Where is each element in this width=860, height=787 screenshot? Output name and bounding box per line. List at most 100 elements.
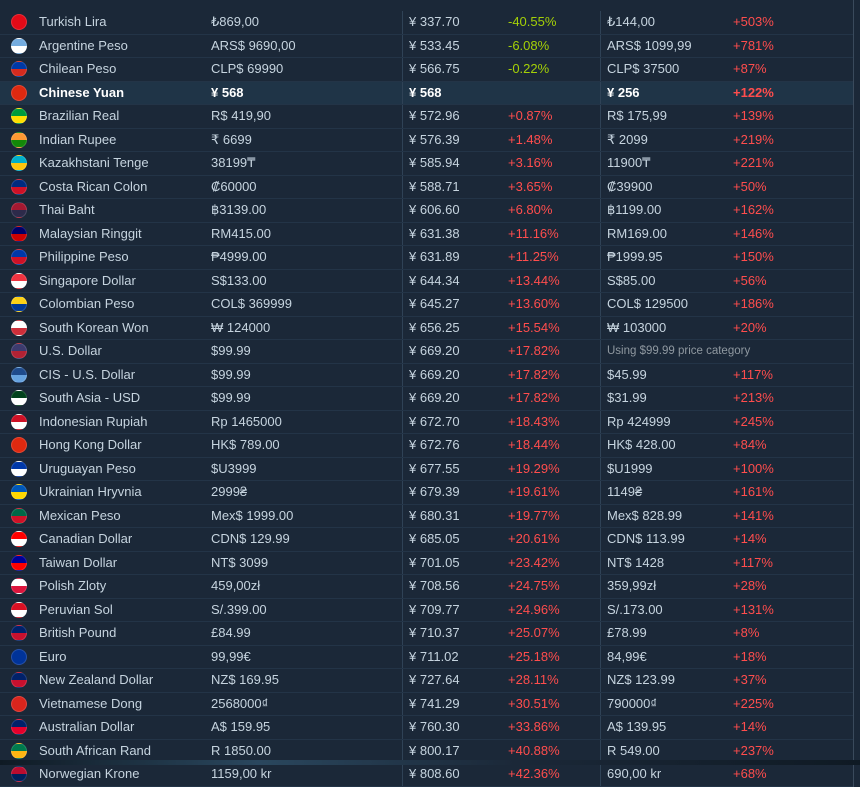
recommended-price: R$ 175,99 xyxy=(607,108,667,123)
currency-name: Australian Dollar xyxy=(39,719,135,734)
table-row: Australian Dollar A$ 159.95 ¥ 760.30 +33.86… xyxy=(0,716,853,740)
percent-diff: +19.77% xyxy=(508,507,560,523)
flag-icon xyxy=(11,178,27,195)
column-divider xyxy=(402,199,403,222)
flag-icon xyxy=(11,14,27,30)
column-divider xyxy=(402,434,403,457)
yuan-equivalent: ¥ 677.55 xyxy=(409,460,460,476)
recommended-percent: +141% xyxy=(733,507,774,523)
table-row: Mexican Peso Mex$ 1999.00 ¥ 680.31 +19.77% M… xyxy=(0,504,853,528)
column-divider xyxy=(402,598,403,621)
column-divider xyxy=(402,340,403,363)
column-divider xyxy=(402,457,403,480)
percent-diff: +11.25% xyxy=(508,249,559,264)
local-price: $99.99 xyxy=(211,390,251,405)
flag-icon xyxy=(11,390,27,406)
local-price: ₺869,00 xyxy=(211,14,260,29)
yuan-equivalent: ¥ 606.60 xyxy=(409,202,460,217)
column-divider xyxy=(600,340,601,363)
recommended-percent: +146% xyxy=(733,225,774,241)
table-row: Malaysian Ringgit RM415.00 ¥ 631.38 +11.16%… xyxy=(0,222,853,246)
currency-name: Euro xyxy=(39,648,67,664)
yuan-equivalent: ¥ 800.17 xyxy=(409,742,460,758)
percent-diff: +23.42% xyxy=(508,554,560,570)
yuan-equivalent: ¥ 808.60 xyxy=(409,766,460,781)
percent-diff: +19.29% xyxy=(508,460,560,476)
currency-name: British Pound xyxy=(39,625,117,640)
currency-name: New Zealand Dollar xyxy=(39,672,154,687)
currency-name: Vietnamese Dong xyxy=(39,695,143,711)
flag-icon xyxy=(11,61,27,77)
local-price: ฿3139.00 xyxy=(211,202,267,217)
yuan-equivalent: ¥ 760.30 xyxy=(409,719,460,734)
column-divider xyxy=(402,528,403,551)
flag-icon xyxy=(11,413,27,430)
column-divider xyxy=(600,763,601,786)
recommended-percent: +503% xyxy=(733,14,774,29)
yuan-equivalent: ¥ 568 xyxy=(409,84,442,100)
column-divider xyxy=(402,246,403,269)
column-divider xyxy=(402,222,403,245)
currency-name: Singapore Dollar xyxy=(39,272,136,288)
flag-icon xyxy=(11,37,27,54)
percent-diff: +11.16% xyxy=(508,225,559,241)
recommended-price: CLP$ 37500 xyxy=(607,61,680,76)
column-divider xyxy=(600,434,601,457)
table-row: Chinese Yuan ¥ 568 ¥ 568 ¥ 256 +122% xyxy=(0,81,853,105)
recommended-price: NZ$ 123.99 xyxy=(607,672,675,687)
recommended-price: ₺144,00 xyxy=(607,14,656,29)
column-divider xyxy=(402,551,403,574)
yuan-equivalent: ¥ 656.25 xyxy=(409,319,460,335)
currency-name: Turkish Lira xyxy=(39,14,107,29)
currency-name: Polish Zloty xyxy=(39,578,107,593)
table-row: Chilean Peso CLP$ 69990 ¥ 566.75 -0.22% CLP$… xyxy=(0,58,853,82)
column-divider xyxy=(600,269,601,292)
table-row: Kazakhstani Tenge 38199₸ ¥ 585.94 +3.16% 119… xyxy=(0,152,853,176)
column-divider xyxy=(600,81,601,104)
currency-name: CIS - U.S. Dollar xyxy=(39,366,136,382)
column-divider xyxy=(600,246,601,269)
recommended-percent: +225% xyxy=(733,695,774,711)
currency-name: Taiwan Dollar xyxy=(39,554,118,570)
column-divider xyxy=(402,34,403,57)
column-divider xyxy=(402,716,403,739)
column-divider xyxy=(600,128,601,151)
yuan-equivalent: ¥ 679.39 xyxy=(409,484,460,499)
recommended-percent: +117% xyxy=(733,554,773,570)
yuan-equivalent: ¥ 669.20 xyxy=(409,390,460,405)
yuan-equivalent: ¥ 669.20 xyxy=(409,366,460,382)
yuan-equivalent: ¥ 533.45 xyxy=(409,37,460,53)
recommended-percent: +117% xyxy=(733,366,773,382)
percent-diff: +18.44% xyxy=(508,437,560,452)
column-divider xyxy=(600,34,601,57)
recommended-price: CDN$ 113.99 xyxy=(607,531,685,546)
yuan-equivalent: ¥ 631.89 xyxy=(409,249,460,264)
recommended-percent: +14% xyxy=(733,719,767,734)
percent-diff: +33.86% xyxy=(508,719,560,734)
column-divider xyxy=(600,11,601,34)
column-divider xyxy=(402,58,403,81)
percent-diff: +15.54% xyxy=(508,319,560,335)
currency-name: Argentine Peso xyxy=(39,37,128,53)
currency-name: Canadian Dollar xyxy=(39,531,133,546)
local-price: CLP$ 69990 xyxy=(211,61,284,76)
flag-icon xyxy=(11,249,27,265)
recommended-price: NT$ 1428 xyxy=(607,554,665,570)
recommended-price: ₩ 103000 xyxy=(607,319,667,335)
column-divider xyxy=(402,669,403,692)
percent-diff: +42.36% xyxy=(508,766,560,781)
yuan-equivalent: ¥ 588.71 xyxy=(409,178,460,194)
percent-diff: +17.82% xyxy=(508,390,560,405)
currency-name: Mexican Peso xyxy=(39,507,121,523)
column-divider xyxy=(600,387,601,410)
flag-icon xyxy=(11,625,27,641)
local-price: ₡60000 xyxy=(211,178,257,194)
percent-diff: +28.11% xyxy=(508,672,559,687)
recommended-percent: +213% xyxy=(733,390,774,405)
flag-icon xyxy=(11,507,27,524)
column-divider xyxy=(600,152,601,175)
table-row: Peruvian Sol S/.399.00 ¥ 709.77 +24.96% S/.1… xyxy=(0,598,853,622)
local-price: 459,00zł xyxy=(211,578,261,593)
column-divider xyxy=(600,293,601,316)
recommended-price: 690,00 kr xyxy=(607,766,662,781)
